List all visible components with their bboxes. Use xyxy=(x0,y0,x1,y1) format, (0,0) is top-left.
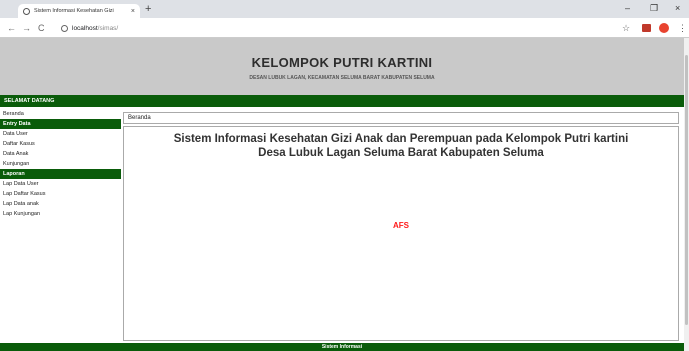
site-header: KELOMPOK PUTRI KARTINI DESAN LUBUK LAGAN… xyxy=(0,38,684,95)
forward-button[interactable]: → xyxy=(22,22,31,34)
tab-title: Sistem Informasi Kesehatan Gizi xyxy=(34,8,114,14)
page-title: Sistem Informasi Kesehatan Gizi Anak dan… xyxy=(124,132,678,160)
reload-button[interactable]: C xyxy=(38,22,45,34)
sidebar-item-kunjungan[interactable]: Kunjungan xyxy=(0,159,121,169)
site-title: KELOMPOK PUTRI KARTINI xyxy=(251,55,433,70)
profile-avatar[interactable] xyxy=(659,23,669,33)
scrollbar-thumb[interactable] xyxy=(685,55,688,325)
address-bar: ← → C localhost /simas/ ☆ ⋮ xyxy=(0,18,689,38)
sidebar-item-beranda[interactable]: Beranda xyxy=(0,109,121,119)
bookmark-star-icon[interactable]: ☆ xyxy=(622,22,630,34)
greeting-text: SELAMAT DATANG xyxy=(4,98,55,104)
greeting-bar: SELAMAT DATANG xyxy=(0,95,684,107)
breadcrumb-label: Beranda xyxy=(128,115,151,121)
minimize-button[interactable]: – xyxy=(625,2,630,14)
browser-tab[interactable]: Sistem Informasi Kesehatan Gizi × xyxy=(18,4,140,18)
close-window-button[interactable]: × xyxy=(675,2,680,14)
globe-icon xyxy=(23,7,30,15)
tab-close-icon[interactable]: × xyxy=(131,8,135,15)
browser-menu-icon[interactable]: ⋮ xyxy=(678,22,687,34)
sidebar-item-lap-daftar-kasus[interactable]: Lap Daftar Kasus xyxy=(0,189,121,199)
url-field[interactable]: localhost /simas/ xyxy=(61,21,601,35)
maximize-button[interactable]: ❐ xyxy=(650,2,658,14)
url-path: /simas/ xyxy=(97,24,119,32)
afs-text: AFS xyxy=(393,221,409,230)
info-icon[interactable] xyxy=(61,24,68,32)
web-page: KELOMPOK PUTRI KARTINI DESAN LUBUK LAGAN… xyxy=(0,38,684,351)
sidebar-item-lap-data-user[interactable]: Lap Data User xyxy=(0,179,121,189)
main-content: Sistem Informasi Kesehatan Gizi Anak dan… xyxy=(123,126,679,341)
footer-text: Sistem Informasi xyxy=(321,344,363,350)
site-footer: Sistem Informasi xyxy=(0,343,684,351)
sidebar: Beranda Entry Data Data User Daftar Kasu… xyxy=(0,109,121,219)
page-title-line-2: Desa Lubuk Lagan Seluma Barat Kabupaten … xyxy=(258,147,544,159)
sidebar-heading-laporan: Laporan xyxy=(0,169,121,179)
new-tab-button[interactable]: + xyxy=(145,3,151,15)
url-host: localhost xyxy=(72,24,98,32)
site-subtitle: DESAN LUBUK LAGAN, KECAMATAN SELUMA BARA… xyxy=(249,75,435,81)
page-title-line-1: Sistem Informasi Kesehatan Gizi Anak dan… xyxy=(173,133,629,145)
back-button[interactable]: ← xyxy=(7,22,16,34)
sidebar-item-data-user[interactable]: Data User xyxy=(0,129,121,139)
sidebar-item-lap-data-anak[interactable]: Lap Data anak xyxy=(0,199,121,209)
breadcrumb: Beranda xyxy=(123,112,679,124)
sidebar-item-daftar-kasus[interactable]: Daftar Kasus xyxy=(0,139,121,149)
sidebar-heading-entry-data: Entry Data xyxy=(0,119,121,129)
browser-tabbar: Sistem Informasi Kesehatan Gizi × + – ❐ … xyxy=(0,0,689,18)
sidebar-item-lap-kunjungan[interactable]: Lap Kunjungan xyxy=(0,209,121,219)
sidebar-item-data-anak[interactable]: Data Anak xyxy=(0,149,121,159)
extension-icon[interactable] xyxy=(642,24,651,32)
